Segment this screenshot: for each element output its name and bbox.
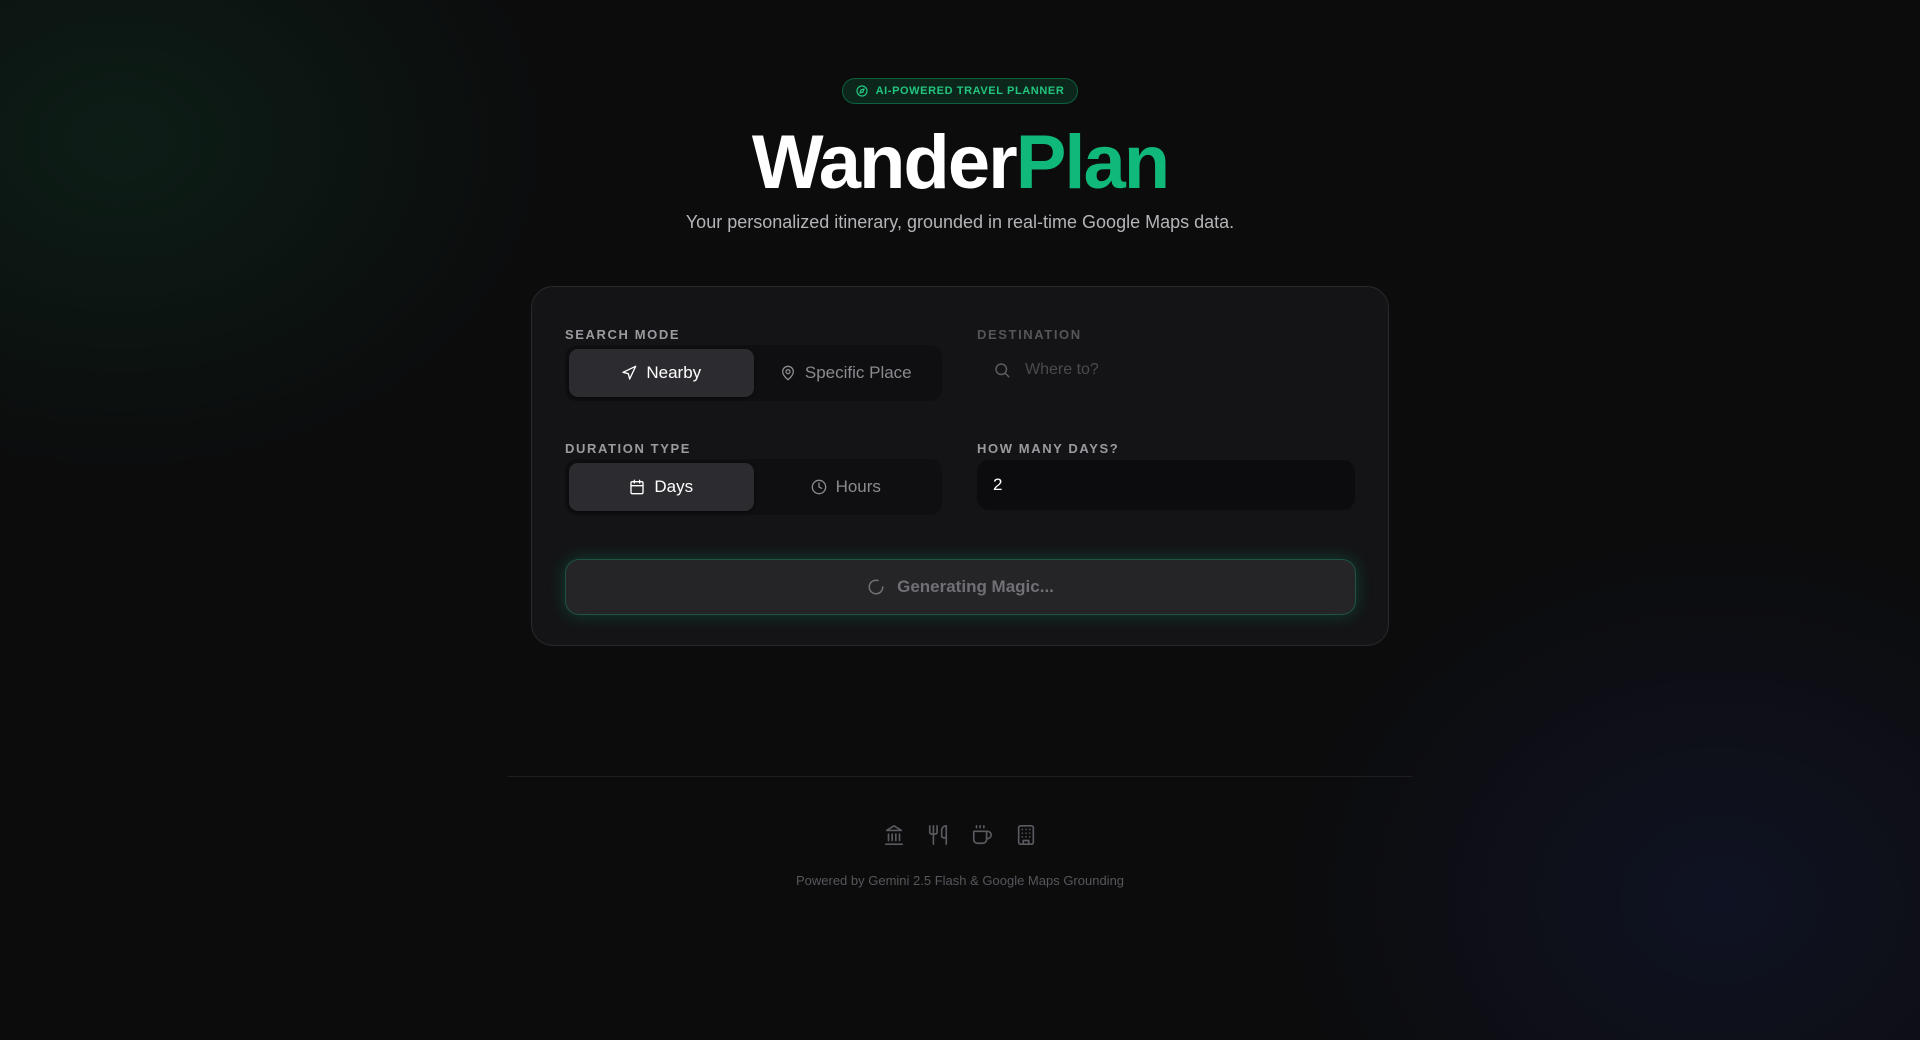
duration-type-toggle: Days Hours xyxy=(565,459,942,515)
search-icon xyxy=(993,361,1011,379)
app-title: WanderPlan xyxy=(0,118,1920,208)
ai-badge: AI-POWERED TRAVEL PLANNER xyxy=(842,78,1078,104)
destination-input[interactable] xyxy=(1023,360,1327,380)
subtitle: Your personalized itinerary, grounded in… xyxy=(685,212,1235,232)
clock-icon xyxy=(811,479,827,495)
days-label: Days xyxy=(654,477,694,496)
hotel-icon xyxy=(1015,824,1037,846)
spinner-icon xyxy=(867,578,885,596)
destination-field xyxy=(977,345,1355,395)
hours-label: Hours xyxy=(835,477,881,496)
footer-icons xyxy=(0,824,1920,846)
generate-button[interactable]: Generating Magic... xyxy=(565,559,1356,615)
nearby-label: Nearby xyxy=(646,363,702,382)
page: AI-POWERED TRAVEL PLANNER WanderPlan You… xyxy=(0,0,1920,1040)
nearby-button[interactable]: Nearby xyxy=(569,349,754,397)
footer-divider xyxy=(508,776,1412,777)
navigation-arrow-icon xyxy=(621,365,637,381)
badge-label: AI-POWERED TRAVEL PLANNER xyxy=(875,85,1065,97)
map-pin-icon xyxy=(780,365,796,381)
calendar-icon xyxy=(629,479,645,495)
planner-card: SEARCH MODE Nearby Specific Place DESTIN… xyxy=(531,286,1389,646)
search-mode-toggle: Nearby Specific Place xyxy=(565,345,942,401)
coffee-icon xyxy=(971,824,993,846)
search-mode-label: SEARCH MODE xyxy=(565,327,681,342)
footer-credit: Powered by Gemini 2.5 Flash & Google Map… xyxy=(795,873,1125,888)
title-plan: Plan xyxy=(1015,120,1170,205)
compass-icon xyxy=(856,85,868,97)
days-count-value: 2 xyxy=(993,475,1003,494)
specific-place-button[interactable]: Specific Place xyxy=(754,349,939,397)
generate-label: Generating Magic... xyxy=(897,577,1054,596)
specific-place-label: Specific Place xyxy=(804,363,912,382)
landmark-icon xyxy=(883,824,905,846)
hours-button[interactable]: Hours xyxy=(754,463,939,511)
title-wander: Wander xyxy=(751,120,1018,205)
utensils-icon xyxy=(927,824,949,846)
days-count-label: HOW MANY DAYS? xyxy=(977,441,1120,456)
days-count-input[interactable]: 2 xyxy=(977,460,1355,510)
days-button[interactable]: Days xyxy=(569,463,754,511)
duration-type-label: DURATION TYPE xyxy=(565,441,692,456)
destination-label: DESTINATION xyxy=(977,327,1082,342)
